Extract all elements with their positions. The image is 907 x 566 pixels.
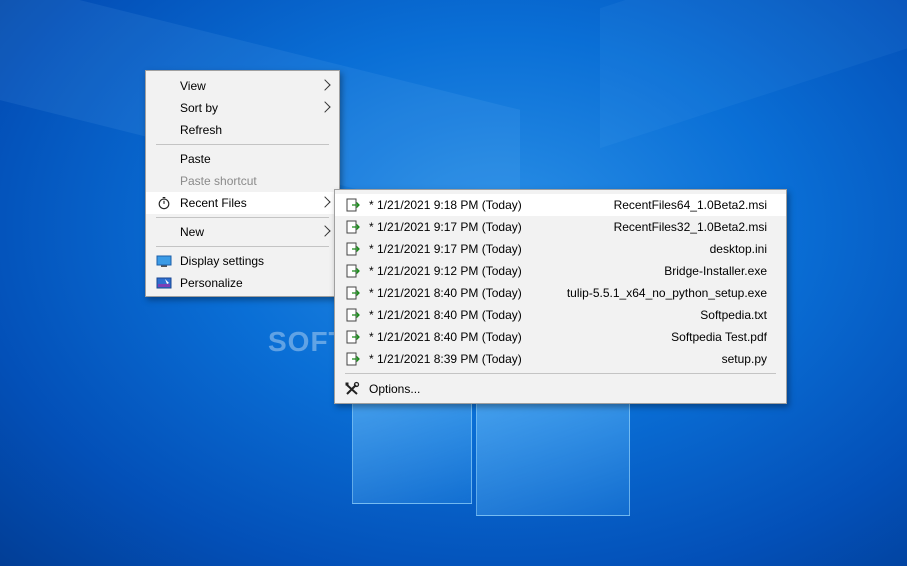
chevron-right-icon <box>319 101 331 113</box>
menu-separator <box>156 144 329 145</box>
recent-file-row[interactable]: * 1/21/2021 9:17 PM (Today) RecentFiles3… <box>335 216 786 238</box>
recent-file-date: * 1/21/2021 8:40 PM (Today) <box>369 308 522 322</box>
menu-separator <box>156 217 329 218</box>
recent-file-date: * 1/21/2021 8:39 PM (Today) <box>369 352 522 366</box>
recent-file-date: * 1/21/2021 8:40 PM (Today) <box>369 286 522 300</box>
file-arrow-icon <box>346 264 360 278</box>
menu-item-label: Display settings <box>180 254 265 268</box>
recent-file-name: RecentFiles64_1.0Beta2.msi <box>613 198 767 212</box>
recent-file-date: * 1/21/2021 9:18 PM (Today) <box>369 198 522 212</box>
chevron-right-icon <box>319 196 331 208</box>
menu-item-refresh[interactable]: Refresh <box>146 119 339 141</box>
menu-item-label: Sort by <box>180 101 219 115</box>
windows-logo-pane <box>352 392 472 504</box>
menu-item-recent-files[interactable]: Recent Files <box>146 192 339 214</box>
desktop-context-menu: View Sort by Refresh Paste Paste shortcu… <box>145 70 340 297</box>
file-arrow-icon <box>346 308 360 322</box>
options-label: Options... <box>369 382 421 396</box>
windows-logo-pane <box>476 392 630 516</box>
recent-file-name: desktop.ini <box>709 242 767 256</box>
light-beam <box>600 0 907 149</box>
monitor-icon <box>156 255 172 267</box>
recent-files-submenu: * 1/21/2021 9:18 PM (Today) RecentFiles6… <box>334 189 787 404</box>
file-arrow-icon <box>346 242 360 256</box>
file-arrow-icon <box>346 330 360 344</box>
menu-item-display-settings[interactable]: Display settings <box>146 250 339 272</box>
menu-item-label: View <box>180 79 206 93</box>
menu-item-label: Paste shortcut <box>180 174 257 188</box>
recent-file-row[interactable]: * 1/21/2021 9:12 PM (Today) Bridge-Insta… <box>335 260 786 282</box>
recent-file-row[interactable]: * 1/21/2021 9:17 PM (Today) desktop.ini <box>335 238 786 260</box>
file-arrow-icon <box>346 220 360 234</box>
options-menu-item[interactable]: Options... <box>335 377 786 401</box>
menu-item-paste-shortcut: Paste shortcut <box>146 170 339 192</box>
menu-separator <box>345 373 776 374</box>
recent-file-name: Softpedia Test.pdf <box>671 330 767 344</box>
recent-file-name: Bridge-Installer.exe <box>664 264 767 278</box>
menu-item-label: Recent Files <box>180 196 247 210</box>
file-arrow-icon <box>346 352 360 366</box>
menu-item-label: Personalize <box>180 276 243 290</box>
menu-separator <box>156 246 329 247</box>
recent-file-name: setup.py <box>721 352 767 366</box>
recent-file-date: * 1/21/2021 9:17 PM (Today) <box>369 220 522 234</box>
stopwatch-icon <box>158 197 170 210</box>
file-arrow-icon <box>346 198 360 212</box>
recent-file-date: * 1/21/2021 8:40 PM (Today) <box>369 330 522 344</box>
menu-item-view[interactable]: View <box>146 75 339 97</box>
menu-item-sort-by[interactable]: Sort by <box>146 97 339 119</box>
menu-item-new[interactable]: New <box>146 221 339 243</box>
personalize-icon <box>156 277 172 289</box>
tools-icon <box>345 381 360 395</box>
recent-file-row[interactable]: * 1/21/2021 8:40 PM (Today) Softpedia.tx… <box>335 304 786 326</box>
menu-item-label: New <box>180 225 205 239</box>
menu-item-label: Paste <box>180 152 211 166</box>
recent-file-row[interactable]: * 1/21/2021 8:40 PM (Today) Softpedia Te… <box>335 326 786 348</box>
menu-item-label: Refresh <box>180 123 223 137</box>
recent-file-date: * 1/21/2021 9:17 PM (Today) <box>369 242 522 256</box>
chevron-right-icon <box>319 79 331 91</box>
recent-file-row[interactable]: * 1/21/2021 9:18 PM (Today) RecentFiles6… <box>335 194 786 216</box>
menu-item-paste[interactable]: Paste <box>146 148 339 170</box>
recent-file-name: RecentFiles32_1.0Beta2.msi <box>613 220 767 234</box>
recent-file-date: * 1/21/2021 9:12 PM (Today) <box>369 264 522 278</box>
menu-item-personalize[interactable]: Personalize <box>146 272 339 294</box>
recent-file-row[interactable]: * 1/21/2021 8:40 PM (Today) tulip-5.5.1_… <box>335 282 786 304</box>
chevron-right-icon <box>319 225 331 237</box>
recent-file-name: tulip-5.5.1_x64_no_python_setup.exe <box>566 286 767 300</box>
recent-file-row[interactable]: * 1/21/2021 8:39 PM (Today) setup.py <box>335 348 786 370</box>
recent-file-name: Softpedia.txt <box>700 308 767 322</box>
file-arrow-icon <box>346 286 360 300</box>
